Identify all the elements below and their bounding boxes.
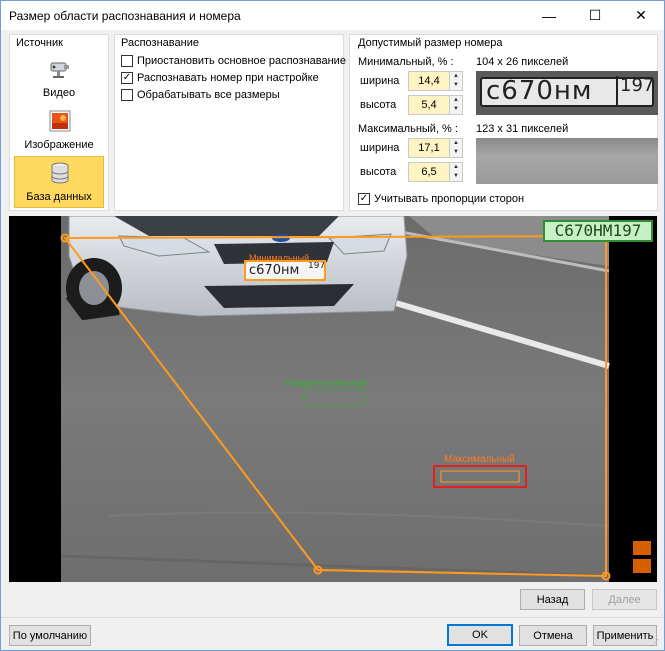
dialog-window: Размер области распознавания и номера — …: [0, 0, 665, 651]
image-icon: [49, 110, 71, 132]
process-all-sizes-label: Обрабатывать все размеры: [137, 89, 280, 101]
minimize-button[interactable]: —: [526, 1, 572, 30]
recognition-title: Распознавание: [121, 37, 199, 49]
min-width-spinner[interactable]: 14,4 ▲ ▼: [408, 71, 463, 91]
video-scene: [9, 216, 657, 582]
max-width-spinner[interactable]: 17,1 ▲ ▼: [408, 138, 463, 158]
min-height-input[interactable]: 5,4: [408, 95, 450, 115]
source-video[interactable]: Видео: [14, 52, 104, 104]
min-height-spinner[interactable]: 5,4 ▲ ▼: [408, 95, 463, 115]
source-image[interactable]: Изображение: [14, 104, 104, 156]
max-size-label: Максимальный, % :: [358, 123, 458, 135]
default-button[interactable]: По умолчанию: [9, 625, 91, 646]
pause-recognition-label: Приостановить основное распознавание: [137, 55, 346, 67]
spin-up-icon[interactable]: ▲: [450, 139, 462, 148]
database-icon: [51, 162, 69, 184]
min-preview-label: 104 x 26 пикселей: [476, 56, 569, 68]
spin-down-icon[interactable]: ▼: [450, 148, 462, 157]
source-database-label: База данных: [26, 191, 92, 203]
recognize-on-setup-checkbox[interactable]: ✓ Распознавать номер при настройке: [121, 72, 319, 84]
min-box[interactable]: [244, 260, 326, 281]
cancel-button[interactable]: Отмена: [519, 625, 587, 646]
min-width-label: ширина: [360, 75, 400, 87]
plate-size-panel: Допустимый размер номера Минимальный, % …: [349, 34, 658, 211]
max-width-input[interactable]: 17,1: [408, 138, 450, 158]
max-plate-preview: [476, 138, 658, 184]
spin-down-icon[interactable]: ▼: [450, 81, 462, 90]
separator: [1, 617, 664, 618]
recognized-plate-badge: C670HM197: [543, 220, 653, 242]
max-width-label: ширина: [360, 142, 400, 154]
max-box-label: Максимальный: [444, 454, 515, 465]
recognize-on-setup-label: Распознавать номер при настройке: [137, 72, 319, 84]
recognition-panel: Распознавание Приостановить основное рас…: [114, 34, 346, 211]
back-button[interactable]: Назад: [520, 589, 585, 610]
video-frame[interactable]: с670нм 197 Минимальный C670HM197 Предпоч…: [9, 216, 657, 582]
next-button[interactable]: Далее: [592, 589, 657, 610]
spin-down-icon[interactable]: ▼: [450, 172, 462, 181]
source-title: Источник: [16, 37, 63, 49]
min-plate-region: 197: [620, 75, 655, 96]
pause-recognition-checkbox[interactable]: Приостановить основное распознавание: [121, 55, 346, 67]
apply-button[interactable]: Применить: [593, 625, 657, 646]
checkbox-box[interactable]: [121, 55, 133, 67]
min-plate-preview: с670нм 197: [476, 71, 658, 115]
spin-down-icon[interactable]: ▼: [450, 105, 462, 114]
camera-icon: [50, 62, 69, 78]
title-bar: Размер области распознавания и номера — …: [1, 1, 664, 30]
process-all-sizes-checkbox[interactable]: Обрабатывать все размеры: [121, 89, 280, 101]
window-title: Размер области распознавания и номера: [9, 9, 241, 23]
min-plate-text: с670нм: [486, 76, 593, 106]
min-size-label: Минимальный, % :: [358, 56, 454, 68]
keep-ratio-label: Учитывать пропорции сторон: [374, 193, 525, 205]
min-height-label: высота: [360, 99, 397, 111]
checkbox-box[interactable]: ✓: [358, 193, 370, 205]
spin-up-icon[interactable]: ▲: [450, 96, 462, 105]
keep-ratio-checkbox[interactable]: ✓ Учитывать пропорции сторон: [358, 193, 524, 205]
source-image-label: Изображение: [24, 139, 94, 151]
maximize-button[interactable]: ☐: [572, 1, 618, 30]
resize-grip-icon[interactable]: ⋰: [651, 638, 661, 648]
checkbox-box[interactable]: ✓: [121, 72, 133, 84]
max-height-label: высота: [360, 166, 397, 178]
spin-up-icon[interactable]: ▲: [450, 72, 462, 81]
plate-size-title: Допустимый размер номера: [358, 37, 503, 49]
spin-up-icon[interactable]: ▲: [450, 163, 462, 172]
source-database[interactable]: База данных: [14, 156, 104, 208]
close-button[interactable]: ✕: [618, 1, 664, 30]
min-width-input[interactable]: 14,4: [408, 71, 450, 91]
source-video-label: Видео: [42, 87, 76, 99]
source-panel: Источник Видео Изображение База данных: [9, 34, 109, 211]
max-height-spinner[interactable]: 6,5 ▲ ▼: [408, 162, 463, 182]
ok-button[interactable]: OK: [447, 624, 513, 646]
max-preview-label: 123 x 31 пикселей: [476, 123, 569, 135]
checkbox-box[interactable]: [121, 89, 133, 101]
max-height-input[interactable]: 6,5: [408, 162, 450, 182]
preferred-label: Предпочтительный: [286, 378, 367, 388]
